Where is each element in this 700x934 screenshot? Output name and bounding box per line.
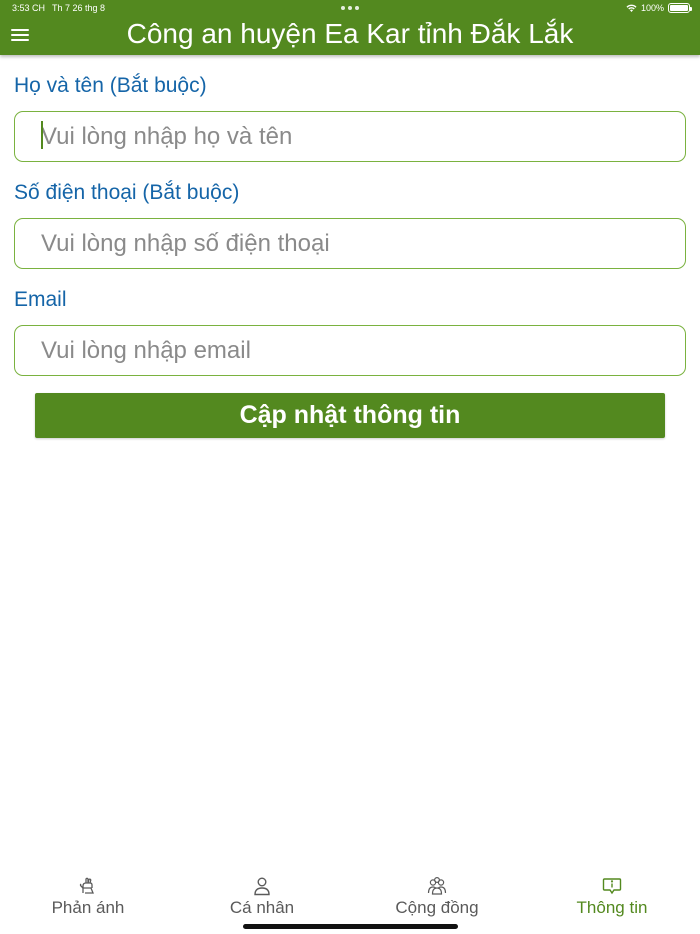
tab-ca-nhan[interactable]: Cá nhân — [202, 876, 322, 926]
tab-thong-tin[interactable]: Thông tin — [552, 876, 672, 926]
text-caret — [41, 121, 43, 149]
email-input[interactable] — [14, 325, 686, 376]
tab-phan-anh[interactable]: Phản ánh — [28, 876, 148, 926]
phone-input[interactable] — [14, 218, 686, 269]
report-icon — [79, 877, 94, 894]
update-info-button[interactable]: Cập nhật thông tin — [35, 393, 665, 438]
email-label: Email — [14, 288, 67, 311]
tab-cong-dong[interactable]: Cộng đồng — [377, 876, 497, 926]
tab-label: Phản ánh — [51, 898, 125, 917]
full-name-label: Họ và tên (Bắt buộc) — [14, 74, 207, 97]
multitasking-dots-icon[interactable] — [340, 1, 360, 15]
community-icon — [427, 876, 447, 895]
tab-label: Thông tin — [576, 898, 648, 917]
home-indicator[interactable] — [243, 924, 458, 929]
battery-icon — [668, 3, 692, 13]
person-icon — [254, 877, 270, 896]
info-message-icon — [602, 878, 622, 895]
app-screen: 3:53 CH Th 7 26 thg 8 100% Công an huyện… — [0, 0, 700, 934]
page-title: Công an huyện Ea Kar tỉnh Đắk Lắk — [126, 18, 574, 49]
wifi-icon — [626, 4, 637, 12]
tab-label: Cá nhân — [229, 898, 295, 917]
full-name-input[interactable] — [14, 111, 686, 162]
phone-label: Số điện thoại (Bắt buộc) — [14, 181, 240, 204]
tab-label: Cộng đồng — [395, 898, 479, 917]
header-bar: 3:53 CH Th 7 26 thg 8 100% Công an huyện… — [0, 0, 700, 55]
